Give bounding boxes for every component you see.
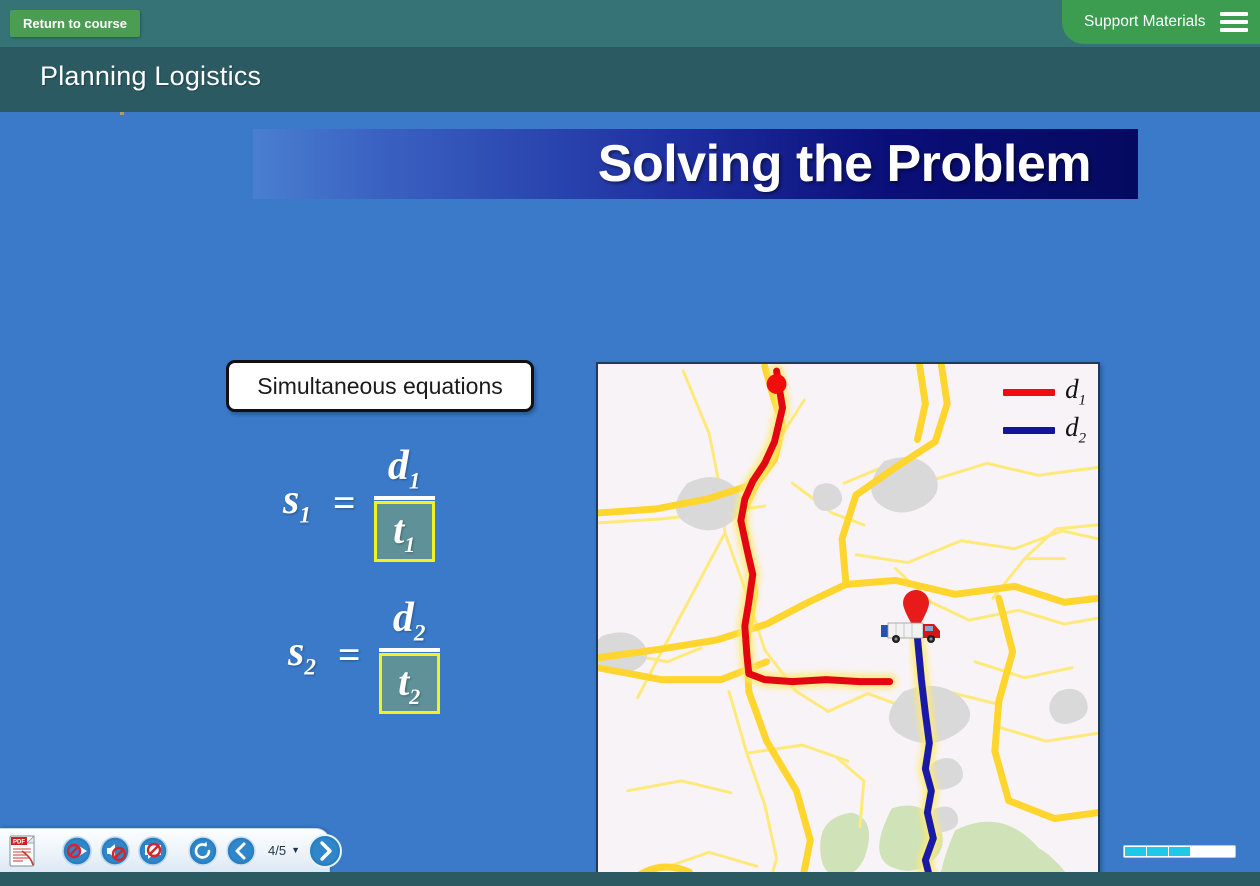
replay-icon [188, 835, 218, 866]
replay-button[interactable] [188, 835, 218, 866]
equation-2-denominator-wrap: t2 [378, 653, 440, 715]
truck-icon [881, 622, 940, 643]
player-toolbar: PDF 4/5 ▼ [0, 828, 342, 872]
equation-2-denominator: t2 [398, 658, 421, 709]
equation-2-fraction-bar [378, 648, 440, 653]
progress-segment [1169, 847, 1190, 856]
equation-2-numerator: d2 [392, 595, 426, 646]
equation-1-denominator-wrap: t1 [373, 501, 435, 563]
equation-1-fraction: d1 t1 [373, 442, 435, 563]
slide-progress-bar[interactable] [1123, 845, 1236, 858]
hamburger-icon[interactable] [1220, 12, 1248, 32]
equation-1-denominator: t1 [393, 506, 416, 557]
route-map: d1 d2 [596, 362, 1100, 872]
footer-bar [0, 872, 1260, 886]
pdf-download-icon: PDF [9, 834, 35, 866]
progress-segment [1191, 847, 1212, 856]
support-materials-button[interactable]: Support Materials [1062, 0, 1260, 44]
previous-slide-icon [226, 835, 256, 866]
page-title: Planning Logistics [40, 61, 262, 91]
equation-1-speed: s1 [283, 477, 311, 528]
progress-segment [1213, 847, 1234, 856]
slide-stage: Solving the Problem Simultaneous equatio… [0, 112, 1260, 872]
captions-off-button[interactable] [138, 835, 168, 866]
equation-1-equals: = [332, 479, 356, 525]
legend-swatch-d2 [1003, 426, 1056, 434]
stage-artifact [120, 112, 124, 115]
equation-2-fraction: d2 t2 [378, 594, 440, 715]
return-to-course-button[interactable]: Return to course [10, 10, 141, 37]
legend-label-d1: d1 [1065, 374, 1086, 409]
equation-2-denominator-highlight: t2 [378, 653, 440, 715]
page-indicator-label: 4/5 [268, 843, 287, 858]
audio-mute-button[interactable] [100, 835, 130, 866]
equation-2-equals: = [337, 631, 361, 677]
support-materials-label: Support Materials [1084, 13, 1206, 30]
callout-text: Simultaneous equations [257, 372, 503, 399]
captions-off-icon [138, 835, 168, 866]
course-title-bar: Planning Logistics [0, 47, 1260, 112]
equation-1: s1 = d1 t1 [283, 442, 435, 563]
next-slide-button[interactable] [308, 833, 342, 868]
auto-advance-disabled-button[interactable] [62, 835, 92, 866]
equation-2: s2 = d2 t2 [288, 594, 440, 715]
progress-segment [1125, 847, 1146, 856]
legend-swatch-d1 [1003, 388, 1056, 396]
auto-advance-disabled-icon [62, 835, 92, 866]
previous-slide-button[interactable] [226, 835, 256, 866]
legend-item-d1: d1 [1003, 376, 1086, 408]
legend-label-d2: d2 [1065, 412, 1086, 447]
svg-text:PDF: PDF [13, 839, 25, 845]
equation-1-denominator-highlight: t1 [373, 501, 435, 563]
equation-1-numerator: d1 [387, 443, 421, 494]
chevron-down-icon: ▼ [291, 845, 300, 855]
slide-heading-text: Solving the Problem [597, 135, 1092, 193]
legend-item-d2: d2 [1003, 414, 1086, 446]
callout-box: Simultaneous equations [226, 360, 534, 412]
next-slide-icon [308, 833, 342, 868]
slide-player-app: Return to course Support Materials Plann… [0, 0, 1260, 886]
page-indicator[interactable]: 4/5 ▼ [268, 843, 300, 858]
origin-dot [766, 374, 787, 394]
pdf-download-button[interactable]: PDF [9, 834, 37, 867]
audio-muted-icon [100, 835, 130, 866]
equation-1-fraction-bar [373, 496, 435, 501]
progress-segment [1147, 847, 1168, 856]
map-legend: d1 d2 [1003, 376, 1086, 446]
slide-heading-banner: Solving the Problem [253, 129, 1138, 199]
equation-2-speed: s2 [288, 629, 316, 680]
